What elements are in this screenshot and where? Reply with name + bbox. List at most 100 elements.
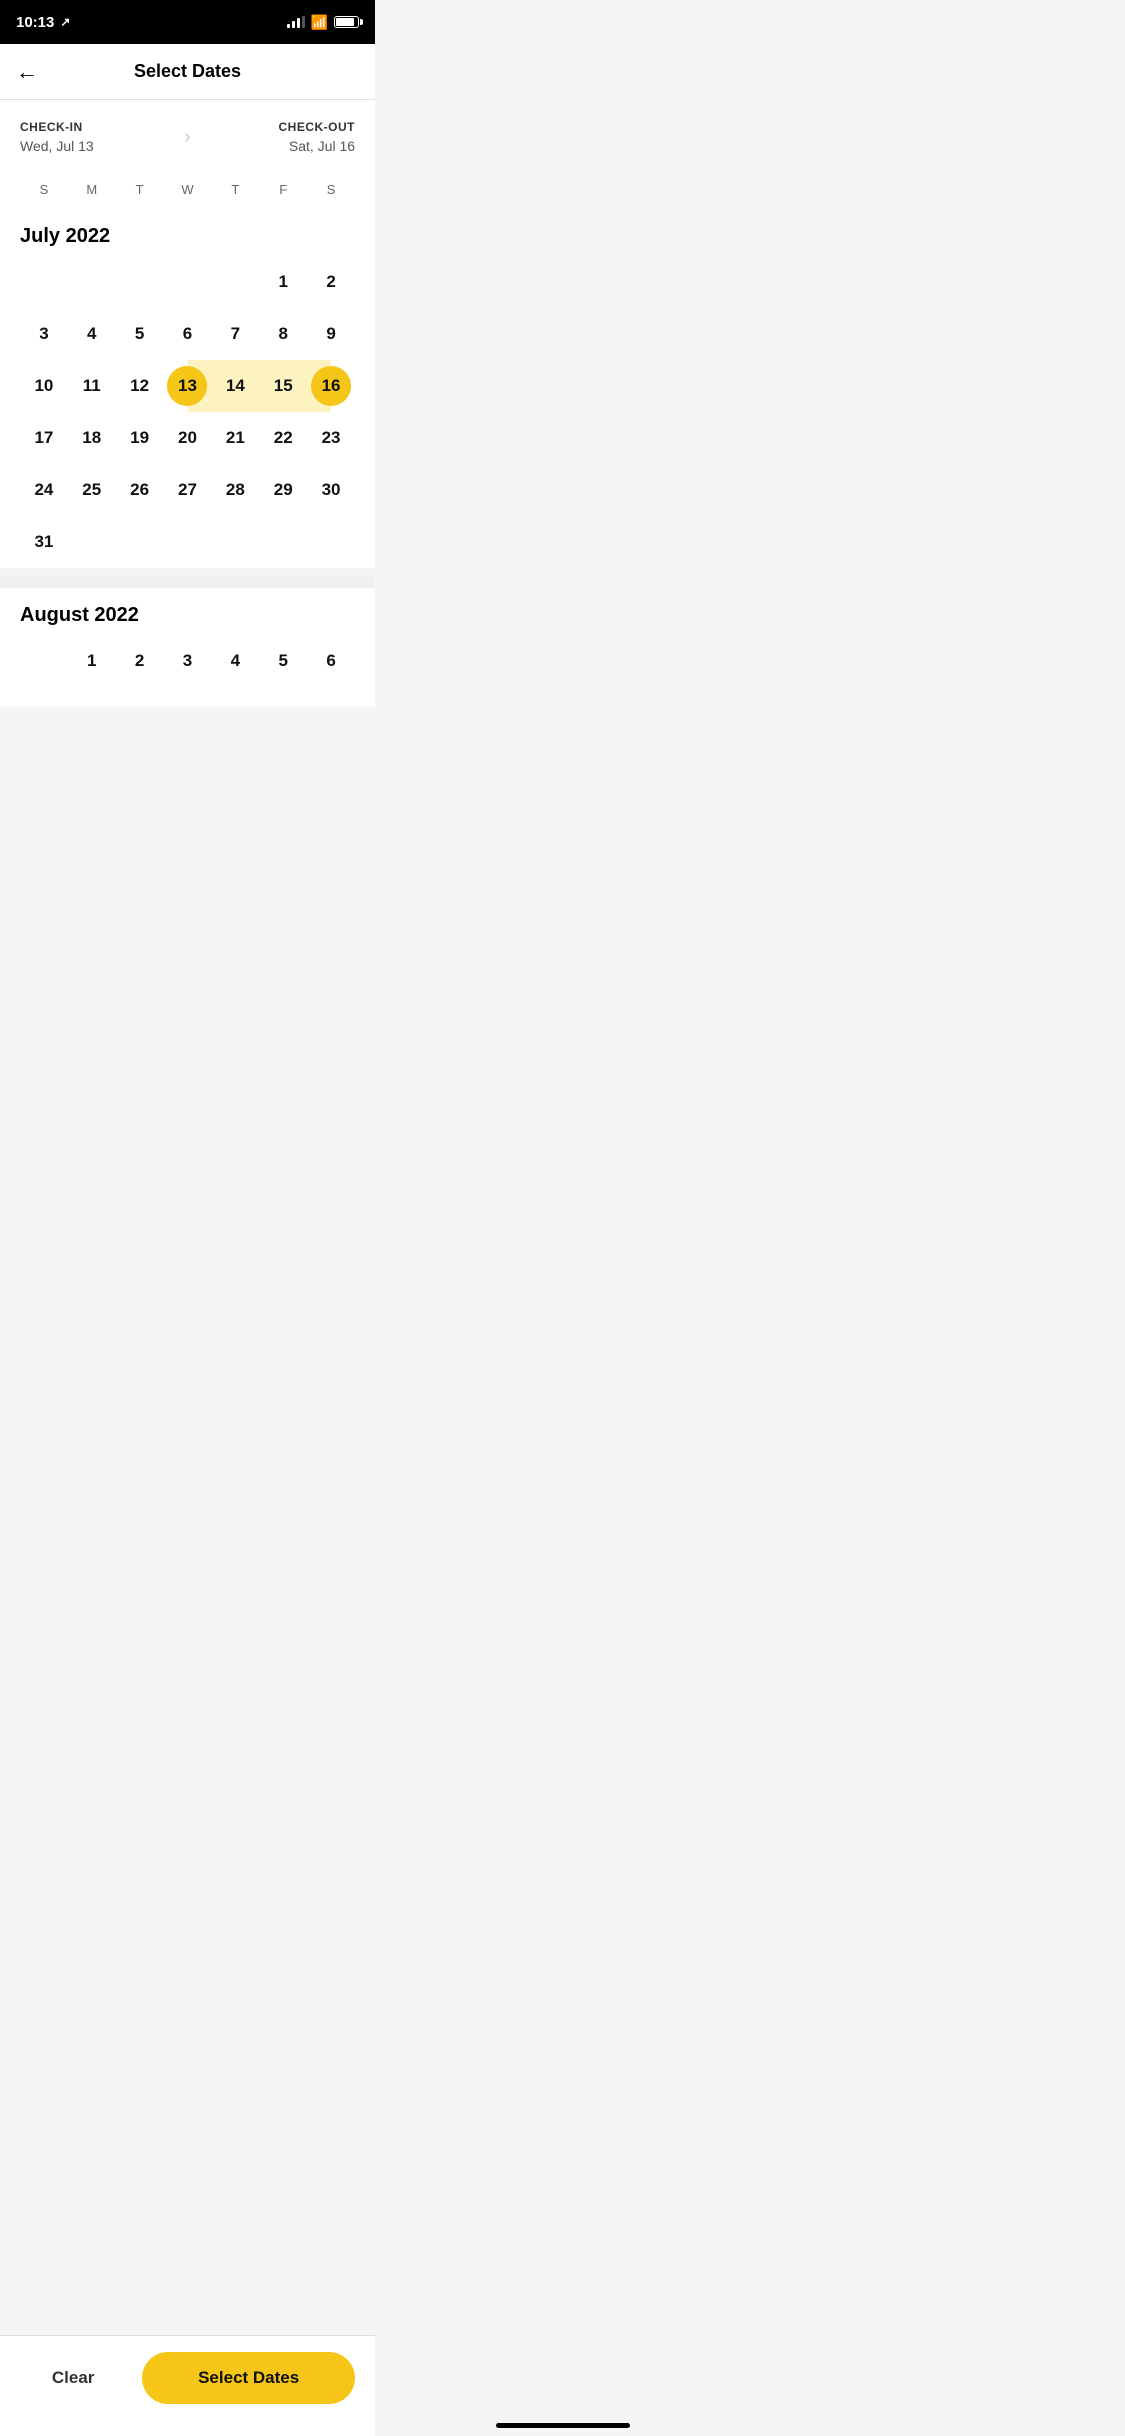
day-number[interactable]: 1 (263, 262, 303, 302)
day-header-label: S (20, 178, 68, 201)
day-number[interactable]: 5 (263, 641, 303, 681)
location-icon: ↗ (60, 15, 70, 29)
calendar-cell[interactable]: 16 (307, 360, 355, 412)
calendar-cell[interactable]: 21 (211, 412, 259, 464)
day-number[interactable]: 31 (24, 522, 64, 562)
calendar-cell[interactable]: 8 (259, 308, 307, 360)
day-header-label: S (307, 178, 355, 201)
calendar-cell[interactable]: 4 (211, 635, 259, 687)
calendar-cell[interactable]: 14 (211, 360, 259, 412)
calendar-cell (20, 256, 68, 308)
day-number[interactable]: 2 (311, 262, 351, 302)
calendar-cell[interactable]: 3 (20, 308, 68, 360)
back-button[interactable]: ← (16, 59, 38, 85)
day-number[interactable]: 17 (24, 418, 64, 458)
calendar-cell[interactable]: 5 (259, 635, 307, 687)
calendar-cell[interactable]: 15 (259, 360, 307, 412)
day-number[interactable]: 30 (311, 470, 351, 510)
calendar-cell[interactable]: 28 (211, 464, 259, 516)
calendar-cell (164, 256, 212, 308)
calendar-cell[interactable]: 18 (68, 412, 116, 464)
calendar-cell (211, 256, 259, 308)
check-in-label: CHECK-IN (20, 120, 168, 134)
calendar-cell[interactable]: 5 (116, 308, 164, 360)
day-number[interactable]: 22 (263, 418, 303, 458)
august-calendar: August 2022 123456 (0, 588, 375, 707)
calendar-cell[interactable]: 23 (307, 412, 355, 464)
time: 10:13 (16, 14, 54, 31)
calendar-cell[interactable]: 11 (68, 360, 116, 412)
calendar-cell[interactable]: 1 (259, 256, 307, 308)
day-header-label: T (116, 178, 164, 201)
day-number[interactable]: 13 (167, 366, 207, 406)
calendar-cell (211, 516, 259, 568)
calendar-cell[interactable]: 20 (164, 412, 212, 464)
day-number[interactable]: 14 (215, 366, 255, 406)
select-dates-button[interactable]: Select Dates (142, 2352, 355, 2404)
day-number[interactable]: 2 (120, 641, 160, 681)
calendar-cell[interactable]: 13 (164, 360, 212, 412)
calendar-cell[interactable]: 6 (307, 635, 355, 687)
battery-icon (334, 16, 359, 28)
calendar-cell[interactable]: 31 (20, 516, 68, 568)
day-number[interactable]: 25 (72, 470, 112, 510)
status-bar: 10:13 ↗ 📶 (0, 0, 375, 44)
day-number[interactable]: 29 (263, 470, 303, 510)
day-number[interactable]: 6 (167, 314, 207, 354)
calendar-cell[interactable]: 30 (307, 464, 355, 516)
day-number[interactable]: 4 (72, 314, 112, 354)
calendar-cell (164, 516, 212, 568)
calendar-cell[interactable]: 17 (20, 412, 68, 464)
calendar-cell[interactable]: 26 (116, 464, 164, 516)
calendar-cell (116, 256, 164, 308)
day-number[interactable]: 3 (167, 641, 207, 681)
day-number[interactable]: 27 (167, 470, 207, 510)
calendar-cell[interactable]: 7 (211, 308, 259, 360)
day-number[interactable]: 4 (215, 641, 255, 681)
day-number[interactable]: 23 (311, 418, 351, 458)
calendar-cell[interactable]: 25 (68, 464, 116, 516)
page-title: Select Dates (134, 61, 241, 82)
day-number[interactable]: 16 (311, 366, 351, 406)
calendar-cell[interactable]: 3 (164, 635, 212, 687)
calendar-cell[interactable]: 19 (116, 412, 164, 464)
day-number[interactable]: 11 (72, 366, 112, 406)
calendar-cell[interactable]: 9 (307, 308, 355, 360)
clear-button[interactable]: Clear (20, 2354, 126, 2402)
section-divider (0, 576, 375, 588)
day-number[interactable]: 28 (215, 470, 255, 510)
day-number[interactable]: 19 (120, 418, 160, 458)
day-number[interactable]: 18 (72, 418, 112, 458)
calendar-cell[interactable]: 12 (116, 360, 164, 412)
day-number[interactable]: 24 (24, 470, 64, 510)
check-in-info[interactable]: CHECK-IN Wed, Jul 13 (20, 120, 168, 154)
wifi-icon: 📶 (311, 14, 328, 31)
calendar-cell[interactable]: 27 (164, 464, 212, 516)
signal-icon (287, 16, 305, 28)
check-out-info[interactable]: CHECK-OUT Sat, Jul 16 (207, 120, 355, 154)
calendar-cell[interactable]: 22 (259, 412, 307, 464)
day-number[interactable]: 10 (24, 366, 64, 406)
calendar-cell[interactable]: 4 (68, 308, 116, 360)
day-header-label: M (68, 178, 116, 201)
day-number[interactable]: 9 (311, 314, 351, 354)
day-number[interactable]: 3 (24, 314, 64, 354)
day-number[interactable]: 21 (215, 418, 255, 458)
calendar-cell[interactable]: 6 (164, 308, 212, 360)
day-number[interactable]: 1 (72, 641, 112, 681)
calendar-cell[interactable]: 24 (20, 464, 68, 516)
day-number[interactable]: 8 (263, 314, 303, 354)
day-number[interactable]: 7 (215, 314, 255, 354)
day-number[interactable]: 20 (167, 418, 207, 458)
calendar-cell[interactable]: 29 (259, 464, 307, 516)
day-number[interactable]: 5 (120, 314, 160, 354)
calendar-cell[interactable]: 2 (307, 256, 355, 308)
calendar-cell[interactable]: 10 (20, 360, 68, 412)
day-number[interactable]: 15 (263, 366, 303, 406)
day-number[interactable]: 6 (311, 641, 351, 681)
day-number[interactable]: 26 (120, 470, 160, 510)
calendar-cell[interactable]: 2 (116, 635, 164, 687)
calendar-cell[interactable]: 1 (68, 635, 116, 687)
day-number[interactable]: 12 (120, 366, 160, 406)
check-out-value: Sat, Jul 16 (207, 138, 355, 154)
